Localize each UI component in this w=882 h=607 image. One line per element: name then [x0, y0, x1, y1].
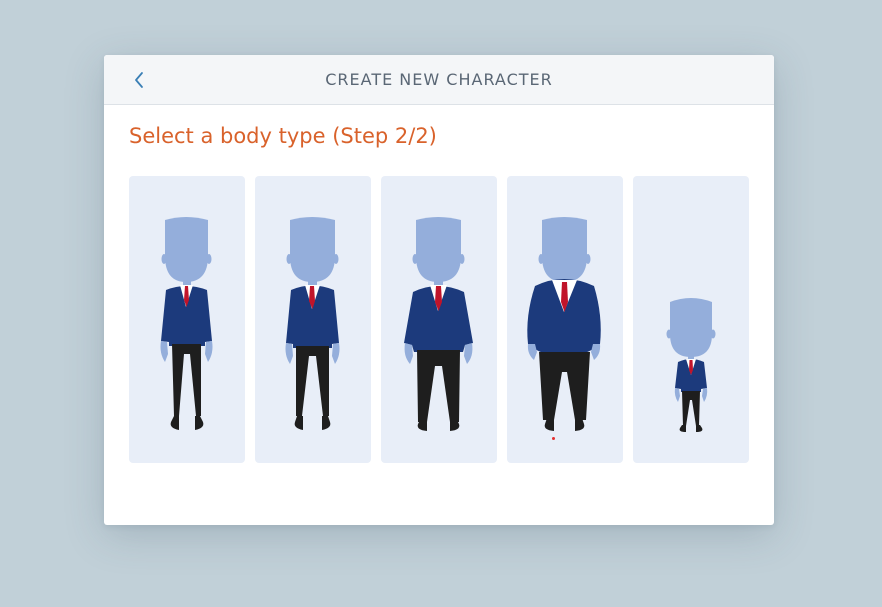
body-type-list [129, 176, 749, 463]
step-title: Select a body type (Step 2/2) [129, 124, 437, 148]
body-type-card-short[interactable] [633, 176, 749, 463]
character-athletic-figure [404, 217, 473, 431]
dialog-title: CREATE NEW CHARACTER [325, 70, 553, 89]
character-heavy-figure [527, 217, 601, 431]
dialog-header: CREATE NEW CHARACTER [104, 55, 774, 105]
character-slim-figure [160, 217, 213, 430]
body-type-card-average[interactable] [255, 176, 371, 463]
body-type-card-heavy[interactable] [507, 176, 623, 463]
character-average-figure [285, 217, 340, 430]
body-type-card-slim[interactable] [129, 176, 245, 463]
create-character-dialog: CREATE NEW CHARACTER Select a body type … [104, 55, 774, 525]
red-dot-marker [552, 437, 555, 440]
body-type-card-athletic[interactable] [381, 176, 497, 463]
character-short-figure [666, 298, 716, 432]
